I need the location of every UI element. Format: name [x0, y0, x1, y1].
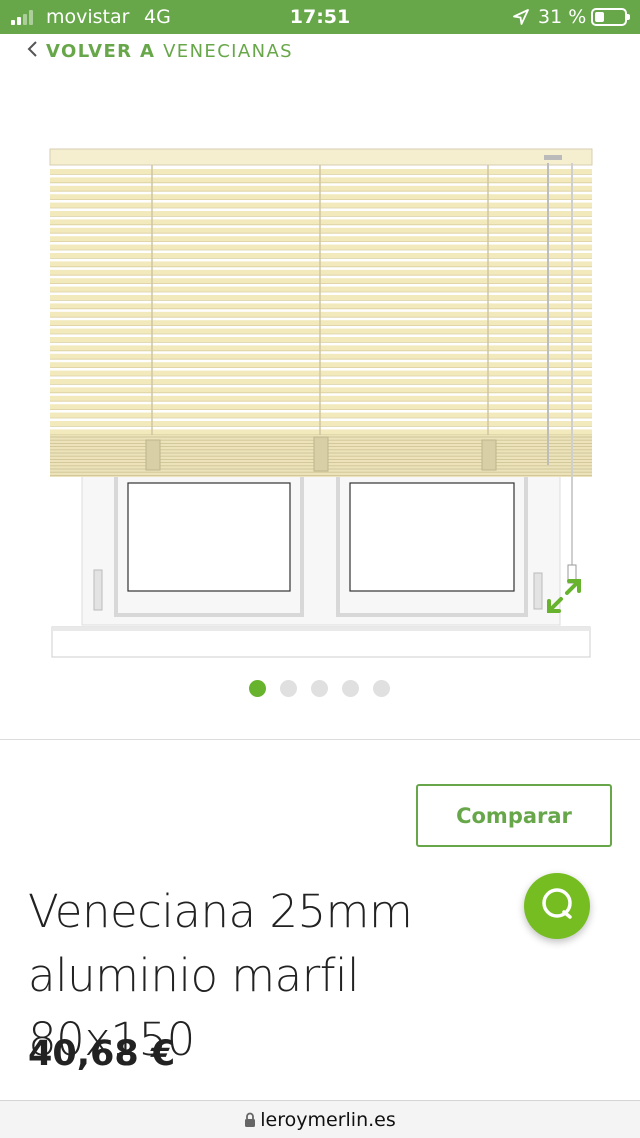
battery-percentage: 31 %	[538, 6, 587, 28]
blind-slat	[50, 421, 592, 427]
blind-slat	[50, 345, 592, 351]
url-text: leroymerlin.es	[260, 1108, 396, 1131]
chevron-left-icon	[27, 40, 38, 63]
carousel-dot[interactable]	[373, 680, 390, 697]
expand-icon[interactable]	[543, 575, 585, 617]
back-link-target: VENECIANAS	[163, 40, 293, 62]
blind-slat	[50, 286, 592, 292]
image-carousel-dots	[249, 680, 390, 697]
blind-slat	[50, 387, 592, 393]
blind-slat	[50, 236, 592, 242]
section-divider	[0, 739, 640, 740]
blind-slat	[50, 261, 592, 267]
blind-slat	[50, 227, 592, 233]
status-bar: movistar 4G 17:51 31 %	[0, 0, 640, 34]
blind-slat	[50, 278, 592, 284]
blind-slat	[50, 395, 592, 401]
product-price: 40,68 €	[28, 1034, 176, 1074]
chat-icon	[539, 886, 575, 927]
product-image[interactable]	[48, 145, 596, 660]
blind-slat	[50, 362, 592, 368]
blind-slat	[50, 328, 592, 334]
blind-slat	[50, 169, 592, 175]
back-link-prefix: VOLVER A	[46, 40, 156, 62]
chat-button[interactable]	[524, 873, 590, 939]
location-arrow-icon	[512, 8, 530, 31]
blind-slat	[50, 202, 592, 208]
blind-slat	[50, 219, 592, 225]
blind-slat	[50, 185, 592, 191]
blind-slat	[50, 194, 592, 200]
blind-slat	[50, 177, 592, 183]
blind-slat	[50, 211, 592, 217]
blind-slat	[50, 253, 592, 259]
blind-slat	[50, 370, 592, 376]
blind-slat	[50, 244, 592, 250]
blind-slat	[50, 404, 592, 410]
blind-slat	[50, 269, 592, 275]
blind-slat	[50, 303, 592, 309]
carousel-dot[interactable]	[249, 680, 266, 697]
blind-slat	[50, 295, 592, 301]
back-to-category-link[interactable]: VOLVER A VENECIANAS	[27, 40, 293, 62]
blind-slat	[50, 337, 592, 343]
battery-icon	[591, 8, 630, 26]
blind-slat	[50, 320, 592, 326]
blind-slat	[50, 353, 592, 359]
blind-slat	[50, 379, 592, 385]
compare-button[interactable]: Comparar	[416, 784, 612, 847]
carousel-dot[interactable]	[342, 680, 359, 697]
blind-slat	[50, 429, 592, 435]
blind-slat	[50, 311, 592, 317]
carousel-dot[interactable]	[280, 680, 297, 697]
carousel-dot[interactable]	[311, 680, 328, 697]
lock-icon	[244, 1112, 256, 1128]
browser-url-bar[interactable]: leroymerlin.es	[0, 1100, 640, 1138]
blind-slat	[50, 412, 592, 418]
